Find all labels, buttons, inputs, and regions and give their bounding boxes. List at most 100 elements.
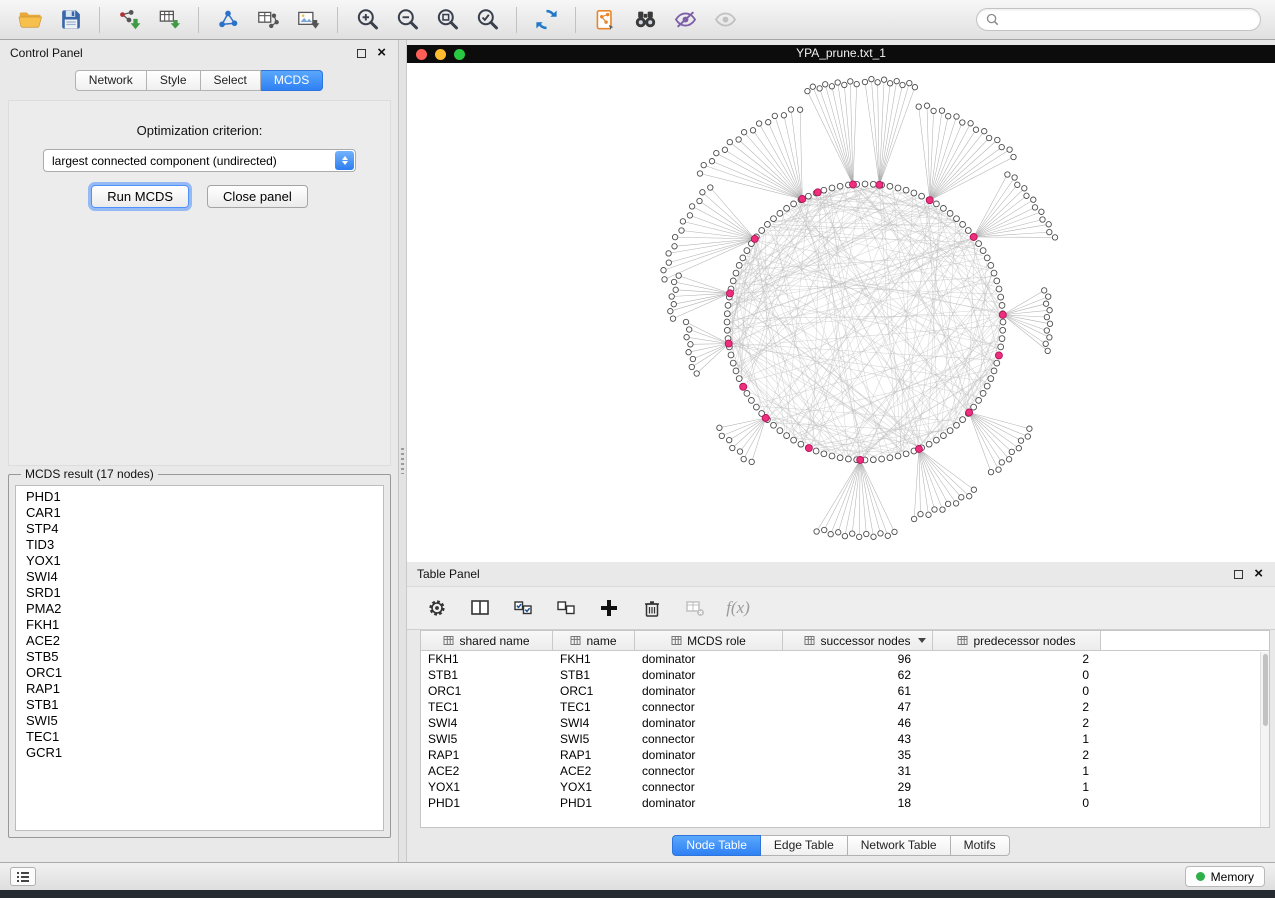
- column-header-shared-name[interactable]: shared name: [421, 631, 553, 650]
- memory-button[interactable]: Memory: [1185, 866, 1265, 887]
- table-scrollbar[interactable]: [1260, 652, 1269, 827]
- float-panel-icon[interactable]: [357, 49, 366, 58]
- mcds-result-item[interactable]: SWI5: [16, 713, 383, 729]
- export-image-button[interactable]: [290, 5, 326, 35]
- import-table-button[interactable]: [151, 5, 187, 35]
- open-session-button[interactable]: [12, 5, 48, 35]
- scrollbar-thumb[interactable]: [1263, 654, 1268, 726]
- new-network-table-button[interactable]: [250, 5, 286, 35]
- tab-node-table[interactable]: Node Table: [672, 835, 761, 856]
- column-header-MCDS-role[interactable]: MCDS role: [635, 631, 783, 650]
- tab-motifs[interactable]: Motifs: [951, 835, 1010, 856]
- column-header-successor-nodes[interactable]: successor nodes: [783, 631, 933, 650]
- table-row[interactable]: ORC1ORC1dominator610: [421, 683, 1269, 699]
- table-row[interactable]: TEC1TEC1connector472: [421, 699, 1269, 715]
- zoom-out-button[interactable]: [389, 5, 425, 35]
- column-header-predecessor-nodes[interactable]: predecessor nodes: [933, 631, 1101, 650]
- mcds-result-item[interactable]: STB1: [16, 697, 383, 713]
- network-window-titlebar[interactable]: YPA_prune.txt_1: [407, 45, 1275, 63]
- mcds-result-item[interactable]: STP4: [16, 521, 383, 537]
- show-details-button[interactable]: [707, 5, 743, 35]
- table-row[interactable]: ACE2ACE2connector311: [421, 763, 1269, 779]
- maximize-window-icon[interactable]: [454, 49, 465, 60]
- mcds-result-item[interactable]: PHD1: [16, 489, 383, 505]
- mcds-result-item[interactable]: GCR1: [16, 745, 383, 761]
- mcds-result-item[interactable]: FKH1: [16, 617, 383, 633]
- zoom-selected-button[interactable]: [469, 5, 505, 35]
- mcds-result-group: MCDS result (17 nodes) PHD1CAR1STP4TID3Y…: [8, 467, 391, 838]
- mcds-result-item[interactable]: RAP1: [16, 681, 383, 697]
- close-window-icon[interactable]: [416, 49, 427, 60]
- table-row[interactable]: PHD1PHD1dominator180: [421, 795, 1269, 811]
- close-panel-button[interactable]: Close panel: [207, 185, 308, 208]
- table-row[interactable]: FKH1FKH1dominator962: [421, 651, 1269, 667]
- table-row[interactable]: RAP1RAP1dominator352: [421, 747, 1269, 763]
- node-table[interactable]: shared namenameMCDS rolesuccessor nodesp…: [420, 630, 1270, 828]
- table-cell: TEC1: [553, 699, 635, 715]
- table-body[interactable]: FKH1FKH1dominator962STB1STB1dominator620…: [421, 651, 1269, 811]
- table-row[interactable]: YOX1YOX1connector291: [421, 779, 1269, 795]
- table-cell: 18: [783, 795, 933, 811]
- new-network-button[interactable]: [210, 5, 246, 35]
- zoom-in-button[interactable]: [349, 5, 385, 35]
- share-document-button[interactable]: [587, 5, 623, 35]
- zoom-fit-button[interactable]: [429, 5, 465, 35]
- mcds-result-item[interactable]: TEC1: [16, 729, 383, 745]
- function-builder-button[interactable]: f(x): [724, 594, 752, 622]
- search-network-button[interactable]: [627, 5, 663, 35]
- run-mcds-button[interactable]: Run MCDS: [91, 185, 189, 208]
- hide-details-button[interactable]: [667, 5, 703, 35]
- search-input[interactable]: [1005, 13, 1251, 27]
- tab-style[interactable]: Style: [147, 70, 201, 91]
- table-settings-button[interactable]: [423, 594, 451, 622]
- create-column-button[interactable]: [595, 594, 623, 622]
- mcds-result-item[interactable]: YOX1: [16, 553, 383, 569]
- panel-splitter[interactable]: [399, 40, 407, 862]
- unselect-all-columns-button[interactable]: [552, 594, 580, 622]
- table-row[interactable]: SWI5SWI5connector431: [421, 731, 1269, 747]
- delete-table-button[interactable]: [681, 594, 709, 622]
- splitter-grip-icon[interactable]: [401, 448, 404, 474]
- mcds-result-item[interactable]: ORC1: [16, 665, 383, 681]
- mcds-result-item[interactable]: CAR1: [16, 505, 383, 521]
- status-menu-button[interactable]: [10, 867, 36, 886]
- import-network-button[interactable]: [111, 5, 147, 35]
- toolbar-separator: [198, 7, 199, 33]
- criterion-dropdown[interactable]: largest connected component (undirected): [43, 149, 356, 172]
- tab-network[interactable]: Network: [75, 70, 147, 91]
- import-table-icon: [156, 7, 182, 33]
- refresh-view-button[interactable]: [528, 5, 564, 35]
- close-panel-icon[interactable]: ×: [377, 48, 386, 58]
- show-columns-button[interactable]: [466, 594, 494, 622]
- table-cell: YOX1: [553, 779, 635, 795]
- network-canvas[interactable]: [407, 63, 1275, 562]
- status-bar: Memory: [0, 862, 1275, 890]
- mcds-result-item[interactable]: PMA2: [16, 601, 383, 617]
- mcds-result-list[interactable]: PHD1CAR1STP4TID3YOX1SWI4SRD1PMA2FKH1ACE2…: [15, 485, 384, 831]
- toolbar-search-box[interactable]: [976, 8, 1261, 31]
- mcds-result-item[interactable]: STB5: [16, 649, 383, 665]
- select-all-columns-button[interactable]: [509, 594, 537, 622]
- column-header-name[interactable]: name: [553, 631, 635, 650]
- delete-column-button[interactable]: [638, 594, 666, 622]
- table-row[interactable]: SWI4SWI4dominator462: [421, 715, 1269, 731]
- table-row[interactable]: STB1STB1dominator620: [421, 667, 1269, 683]
- table-cell: dominator: [635, 747, 783, 763]
- tab-edge-table[interactable]: Edge Table: [761, 835, 848, 856]
- network-canvas-svg[interactable]: [407, 63, 1275, 562]
- close-table-panel-icon[interactable]: ×: [1254, 569, 1263, 579]
- mcds-result-item[interactable]: SRD1: [16, 585, 383, 601]
- column-filter-arrow-icon[interactable]: [918, 638, 926, 643]
- table-tabs: Node Table Edge Table Network Table Moti…: [407, 831, 1275, 856]
- save-session-button[interactable]: [52, 5, 88, 35]
- table-panel: Table Panel × f(x) shared namenameMCDS r…: [407, 562, 1275, 862]
- tab-mcds[interactable]: MCDS: [261, 70, 323, 91]
- tab-network-table[interactable]: Network Table: [848, 835, 951, 856]
- mcds-result-item[interactable]: ACE2: [16, 633, 383, 649]
- control-panel: Control Panel × Network Style Select MCD…: [0, 40, 399, 862]
- minimize-window-icon[interactable]: [435, 49, 446, 60]
- mcds-result-item[interactable]: SWI4: [16, 569, 383, 585]
- float-table-panel-icon[interactable]: [1234, 570, 1243, 579]
- tab-select[interactable]: Select: [201, 70, 261, 91]
- mcds-result-item[interactable]: TID3: [16, 537, 383, 553]
